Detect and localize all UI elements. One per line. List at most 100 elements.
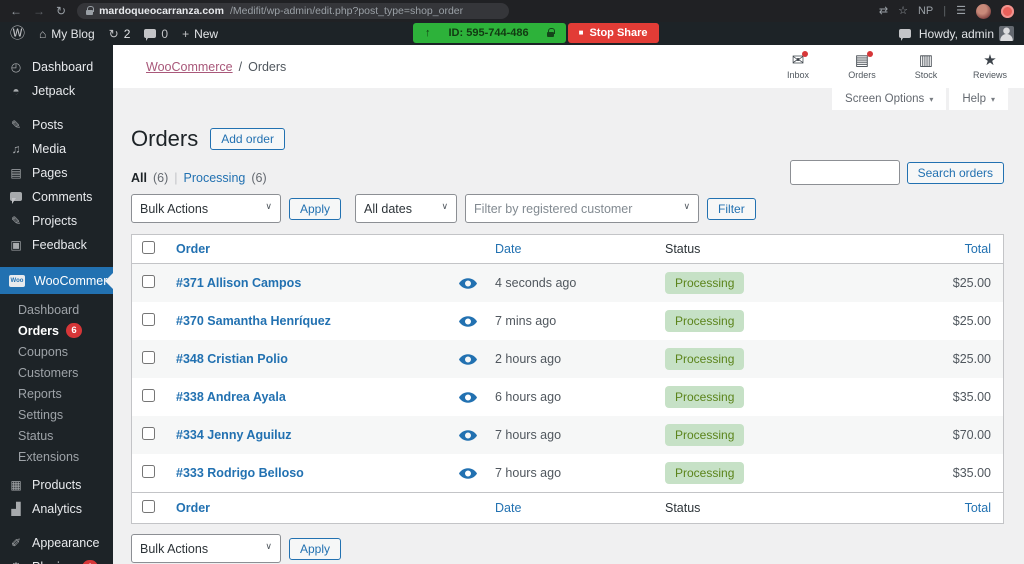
sidebar-item-products[interactable]: ▦ Products	[0, 473, 113, 497]
order-link[interactable]: #370 Samantha Henríquez	[176, 314, 331, 328]
admin-bar-comments[interactable]: 0	[144, 27, 168, 41]
sidebar-item-projects[interactable]: ✎ Projects	[0, 209, 113, 233]
order-link[interactable]: #371 Allison Campos	[176, 276, 301, 290]
sidebar-item-comments[interactable]: Comments	[0, 185, 113, 209]
sidebar-item-pages[interactable]: ▤ Pages	[0, 161, 113, 185]
help-button[interactable]: Help ▾	[949, 88, 1008, 110]
sidebar-item-dashboard[interactable]: ◴ Dashboard	[0, 55, 113, 79]
select-all-checkbox-bottom[interactable]	[142, 500, 155, 513]
submenu-item-settings[interactable]: Settings	[0, 404, 113, 425]
add-order-button[interactable]: Add order	[210, 128, 285, 150]
column-header-order[interactable]: Order	[176, 242, 210, 256]
sidebar-item-woocommerce[interactable]: Woo WooCommerce	[0, 267, 121, 294]
submenu-item-status[interactable]: Status	[0, 425, 113, 446]
extensions-list-icon[interactable]: ☰	[956, 5, 966, 17]
notification-bubble-icon[interactable]	[898, 29, 911, 41]
sidebar-item-label: Posts	[32, 118, 64, 132]
profile-initials[interactable]: NP	[918, 5, 933, 17]
wordpress-logo-icon[interactable]: Ⓦ	[10, 26, 25, 41]
submenu-item-reports[interactable]: Reports	[0, 383, 113, 404]
view-all-label[interactable]: All	[131, 171, 147, 185]
customer-filter-select[interactable]: Filter by registered customer	[465, 194, 700, 223]
order-date: 7 hours ago	[495, 466, 562, 480]
preview-eye-icon[interactable]	[459, 391, 477, 403]
row-checkbox[interactable]	[142, 427, 155, 440]
breadcrumb-woocommerce-link[interactable]: WooCommerce	[146, 60, 233, 74]
reload-icon[interactable]: ↻	[56, 5, 66, 17]
admin-bar-site[interactable]: ⌂ My Blog	[39, 27, 95, 41]
column-header-date[interactable]: Date	[495, 242, 521, 256]
orders-note-icon: ▤	[854, 50, 874, 69]
search-orders-input[interactable]	[789, 160, 900, 185]
activity-inbox[interactable]: ✉ Inbox	[778, 50, 818, 80]
bulk-actions-select-bottom-wrap: Bulk Actions	[131, 534, 281, 563]
preview-eye-icon[interactable]	[459, 315, 477, 327]
activity-label: Orders	[848, 70, 876, 81]
screen-options-label: Screen Options	[845, 93, 925, 105]
sidebar-item-media[interactable]: ♫ Media	[0, 137, 113, 161]
preview-eye-icon[interactable]	[459, 353, 477, 365]
bulk-actions-select[interactable]: Bulk Actions	[131, 194, 281, 223]
translate-icon[interactable]: ⇄	[879, 5, 888, 17]
submenu-item-customers[interactable]: Customers	[0, 362, 113, 383]
bookmark-star-icon[interactable]: ☆	[898, 5, 908, 17]
browser-avatar[interactable]	[976, 3, 991, 19]
row-checkbox[interactable]	[142, 465, 155, 478]
submenu-item-orders[interactable]: Orders 6	[0, 320, 113, 341]
table-row: #334 Jenny Aguiluz 7 hours ago Processin…	[132, 416, 1003, 454]
activity-orders[interactable]: ▤ Orders	[842, 50, 882, 81]
preview-eye-icon[interactable]	[459, 277, 477, 289]
order-link[interactable]: #348 Cristian Polio	[176, 352, 288, 366]
sidebar-item-analytics[interactable]: ▟ Analytics	[0, 497, 113, 521]
column-footer-order[interactable]: Order	[176, 501, 210, 515]
dates-select[interactable]: All dates	[355, 194, 458, 223]
admin-bar-account[interactable]: Howdy, admin	[919, 26, 1014, 41]
address-bar[interactable]: mardoqueocarranza.com/Medifit/wp-admin/e…	[77, 3, 510, 19]
bulk-actions-select-bottom[interactable]: Bulk Actions	[131, 534, 281, 563]
order-link[interactable]: #338 Andrea Ayala	[176, 390, 286, 404]
row-checkbox[interactable]	[142, 351, 155, 364]
search-orders-button[interactable]: Search orders	[906, 161, 1004, 184]
sidebar-item-feedback[interactable]: ▣ Feedback	[0, 233, 113, 257]
search-area: Search orders	[789, 160, 1004, 185]
row-checkbox[interactable]	[142, 313, 155, 326]
sidebar-item-plugins[interactable]: ⚙ Plugins 1	[0, 555, 113, 564]
sidebar-item-jetpack[interactable]: ◓ Jetpack	[0, 79, 113, 103]
view-processing-count: (6)	[251, 171, 267, 185]
sidebar-item-label: Feedback	[32, 238, 87, 252]
column-footer-date[interactable]: Date	[495, 501, 521, 515]
activity-reviews[interactable]: ★ Reviews	[970, 52, 1010, 80]
row-checkbox[interactable]	[142, 275, 155, 288]
sidebar-item-posts[interactable]: ✎ Posts	[0, 113, 113, 137]
preview-eye-icon[interactable]	[459, 429, 477, 441]
order-link[interactable]: #333 Rodrigo Belloso	[176, 466, 304, 480]
dates-select-wrap: All dates	[355, 194, 458, 223]
help-label: Help	[962, 93, 986, 105]
comments-count: 0	[161, 26, 169, 41]
column-footer-total[interactable]: Total	[965, 501, 991, 515]
apply-button[interactable]: Apply	[289, 197, 342, 220]
submenu-item-dashboard[interactable]: Dashboard	[0, 299, 113, 320]
forward-icon[interactable]: →	[33, 5, 45, 17]
back-icon[interactable]: ←	[10, 5, 22, 17]
screen-options-button[interactable]: Screen Options ▾	[832, 88, 947, 110]
admin-bar-new[interactable]: + New	[182, 27, 218, 41]
row-checkbox[interactable]	[142, 389, 155, 402]
column-header-total[interactable]: Total	[965, 242, 991, 256]
order-link[interactable]: #334 Jenny Aguiluz	[176, 428, 292, 442]
screen-meta-links: Screen Options ▾ Help ▾	[113, 88, 1024, 110]
view-processing-link[interactable]: Processing	[184, 171, 246, 185]
stop-share-button[interactable]: ■ Stop Share	[567, 23, 659, 43]
submenu-item-coupons[interactable]: Coupons	[0, 341, 113, 362]
sidebar-item-appearance[interactable]: ✐ Appearance	[0, 531, 113, 555]
preview-eye-icon[interactable]	[459, 467, 477, 479]
record-icon[interactable]	[1001, 4, 1014, 18]
activity-stock[interactable]: ▥ Stock	[906, 52, 946, 80]
status-badge: Processing	[665, 272, 745, 294]
select-all-checkbox[interactable]	[142, 241, 155, 254]
apply-button-bottom[interactable]: Apply	[289, 537, 342, 560]
admin-bar-updates[interactable]: ↻ 2	[109, 27, 131, 41]
filter-button[interactable]: Filter	[707, 197, 756, 220]
content-header: WooCommerce / Orders ✉ Inbox ▤ Orders ▥ …	[113, 45, 1024, 88]
submenu-item-extensions[interactable]: Extensions	[0, 446, 113, 467]
